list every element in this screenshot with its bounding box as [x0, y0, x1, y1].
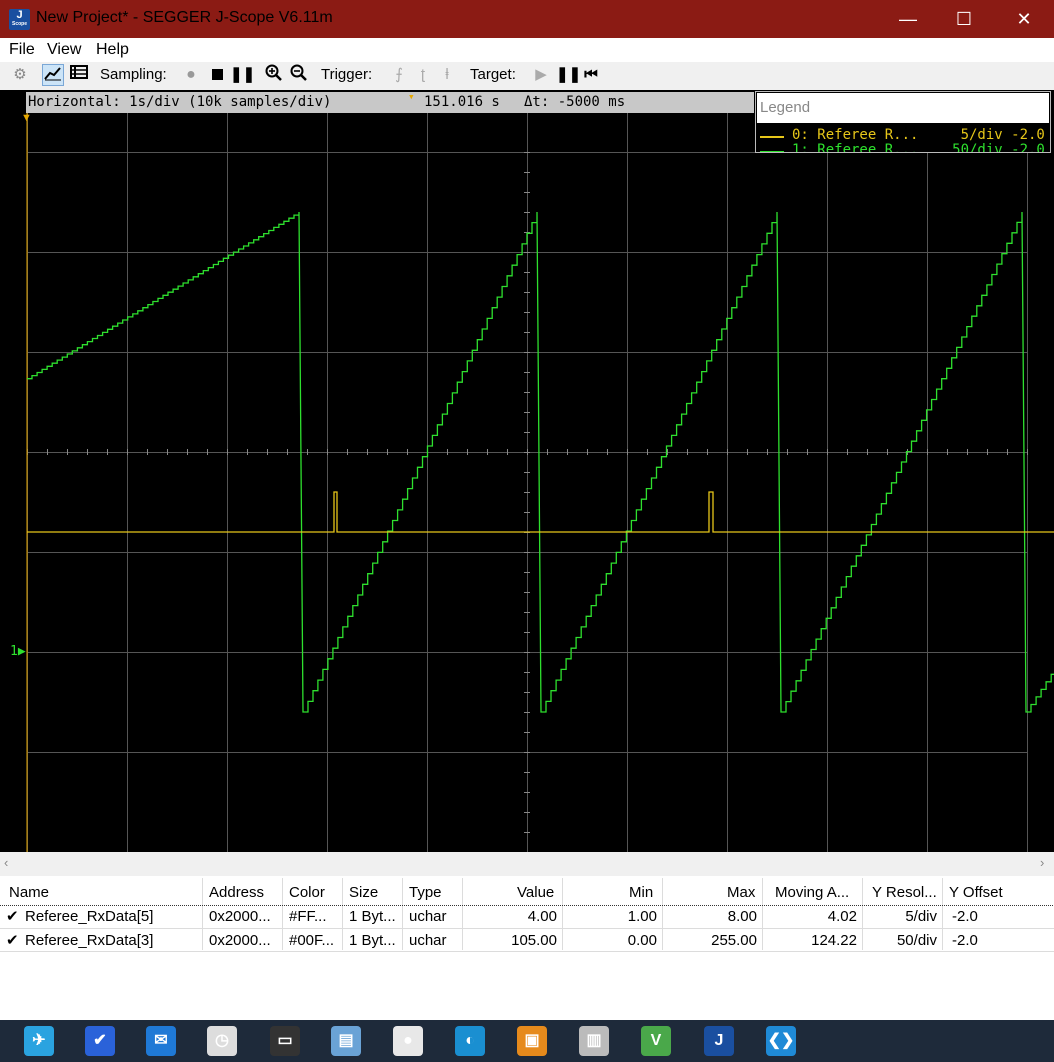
- row-address: 0x2000...: [209, 932, 271, 949]
- clock-icon[interactable]: ◷: [207, 1026, 237, 1056]
- menu-view[interactable]: View: [47, 41, 81, 59]
- telegram-icon[interactable]: ✈: [24, 1026, 54, 1056]
- record-icon[interactable]: ●: [180, 64, 202, 86]
- legend-title: Legend: [757, 93, 1049, 123]
- row-value: 4.00: [527, 908, 557, 925]
- row-y-resolution: 50/div: [896, 932, 937, 949]
- cursor-marker-icon[interactable]: ▾: [408, 86, 415, 107]
- line-view-icon[interactable]: [42, 64, 64, 86]
- play-icon[interactable]: ▶: [530, 64, 552, 86]
- row-name: Referee_RxData[5]: [25, 908, 154, 925]
- zoom-in-icon[interactable]: [263, 64, 285, 86]
- row-min: 1.00: [627, 908, 657, 925]
- row-address: 0x2000...: [209, 908, 271, 925]
- trigger-falling-icon[interactable]: ʈ: [412, 64, 434, 86]
- control-panel-icon[interactable]: ▤: [331, 1026, 361, 1056]
- row-color: #FF...: [289, 908, 327, 925]
- box-app-icon[interactable]: ▣: [517, 1026, 547, 1056]
- row-type: uchar: [409, 932, 447, 949]
- mail-icon[interactable]: ✉: [146, 1026, 176, 1056]
- row-check-icon[interactable]: ✔: [6, 930, 26, 952]
- row-value: 105.00: [511, 932, 557, 949]
- legend-swatch-1: [760, 151, 784, 152]
- horizontal-info-bar: Horizontal: 1s/div (10k samples/div) ▾ 1…: [26, 90, 754, 113]
- row-type: uchar: [409, 908, 447, 925]
- edge-icon[interactable]: ◐: [455, 1026, 485, 1056]
- target-label: Target:: [470, 66, 516, 83]
- horizontal-label: Horizontal: 1s/div (10k samples/div): [28, 94, 332, 110]
- scroll-left-icon[interactable]: ‹: [4, 855, 8, 870]
- menu-file[interactable]: File: [9, 41, 35, 59]
- delta-time: Δt: -5000 ms: [524, 94, 626, 110]
- jscope-icon[interactable]: J: [704, 1026, 734, 1056]
- panda-icon[interactable]: ●: [393, 1026, 423, 1056]
- vscode-icon[interactable]: ❮❯: [766, 1026, 796, 1056]
- row-y-offset: -2.0: [952, 932, 978, 949]
- row-y-resolution: 5/div: [905, 908, 937, 925]
- step-back-icon[interactable]: ⏮: [580, 64, 602, 86]
- channel-1-marker[interactable]: 1▶: [10, 644, 26, 659]
- row-moving-average: 4.02: [827, 908, 857, 925]
- trigger-rising-icon[interactable]: ⨍: [388, 64, 410, 86]
- sampling-label: Sampling:: [100, 66, 167, 83]
- row-max: 255.00: [711, 932, 757, 949]
- series-line-referee-rxdata-3: [27, 211, 1054, 713]
- row-moving-average: 124.22: [811, 932, 857, 949]
- scope-plot[interactable]: [0, 90, 1054, 852]
- window-title: New Project* - SEGGER J-Scope V6.11m: [36, 9, 333, 26]
- row-max: 8.00: [727, 908, 757, 925]
- target-pause-icon[interactable]: ❚❚: [556, 64, 581, 86]
- scroll-right-icon[interactable]: ›: [1040, 855, 1044, 870]
- legend-entry-0: 0: Referee R... 5/div -2.0: [792, 127, 1045, 143]
- legend-panel[interactable]: Legend 0: Referee R... 5/div -2.0 1: Ref…: [755, 91, 1051, 153]
- horizontal-scrollbar[interactable]: [0, 852, 1054, 876]
- trigger-any-icon[interactable]: ⱡ: [436, 64, 458, 86]
- menu-bar: [0, 38, 1054, 62]
- legend-swatch-0: [760, 136, 784, 138]
- stop-icon[interactable]: [206, 64, 228, 86]
- close-button[interactable]: ✕: [998, 0, 1050, 38]
- jscope-app-icon: J Scope: [9, 9, 30, 30]
- row-size: 1 Byt...: [349, 908, 396, 925]
- row-y-offset: -2.0: [952, 908, 978, 925]
- zoom-out-icon[interactable]: [288, 64, 310, 86]
- menu-help[interactable]: Help: [96, 41, 129, 59]
- series-line-referee-rxdata-5: [27, 491, 1054, 533]
- minimize-button[interactable]: —: [882, 0, 934, 38]
- table-view-icon[interactable]: [68, 64, 90, 86]
- vs-icon[interactable]: V: [641, 1026, 671, 1056]
- row-color: #00F...: [289, 932, 335, 949]
- gear-icon[interactable]: ⚙: [9, 64, 31, 86]
- monitor-icon[interactable]: ▥: [579, 1026, 609, 1056]
- terminal-icon[interactable]: ▭: [270, 1026, 300, 1056]
- maximize-button[interactable]: ☐: [938, 0, 990, 38]
- row-min: 0.00: [627, 932, 657, 949]
- todo-icon[interactable]: ✔: [85, 1026, 115, 1056]
- row-size: 1 Byt...: [349, 932, 396, 949]
- trigger-label: Trigger:: [321, 66, 373, 83]
- pause-icon[interactable]: ❚❚: [230, 64, 255, 86]
- trigger-position-marker-icon[interactable]: ▼: [21, 112, 32, 124]
- cursor-time: 151.016 s: [424, 94, 500, 110]
- legend-entry-1: 1: Referee R... 50/div -2.0: [792, 142, 1045, 153]
- row-check-icon[interactable]: ✔: [6, 906, 26, 928]
- row-name: Referee_RxData[3]: [25, 932, 154, 949]
